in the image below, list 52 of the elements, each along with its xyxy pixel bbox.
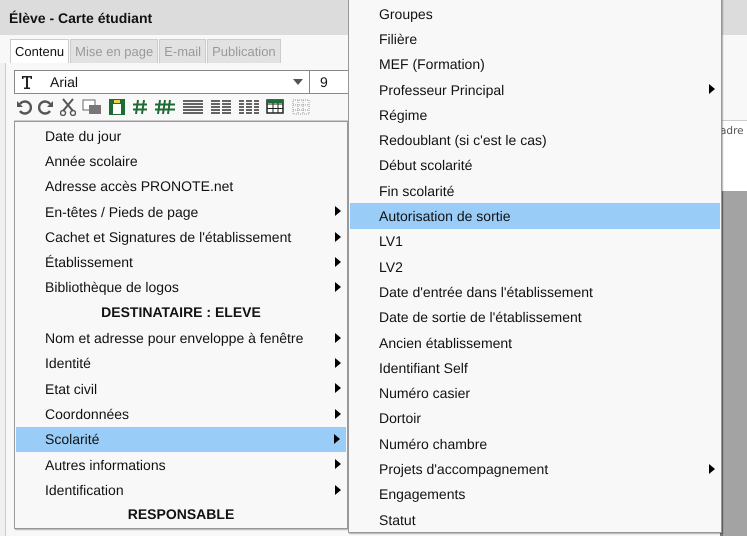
double-hash-icon[interactable] xyxy=(154,99,176,115)
menu-item[interactable]: Statut xyxy=(349,506,721,532)
menu-item[interactable]: Engagements xyxy=(349,482,721,507)
menu-item[interactable]: Coordonnées xyxy=(15,401,347,427)
menu-item[interactable]: Groupes xyxy=(349,1,721,26)
redo-icon[interactable] xyxy=(38,99,54,115)
lines-icon[interactable] xyxy=(182,99,204,115)
menu-item[interactable]: Date du jour xyxy=(15,123,347,148)
menu-item[interactable]: Bibliothèque de logos xyxy=(15,274,347,300)
grid-icon[interactable] xyxy=(292,99,310,115)
menu-item[interactable]: Numéro casier xyxy=(349,380,721,406)
table-icon[interactable] xyxy=(266,99,286,115)
menu-section-header: DESTINATAIRE : ELEVE xyxy=(100,303,262,322)
menu-item[interactable]: Début scolarité xyxy=(349,152,721,178)
menu-section-header: RESPONSABLE xyxy=(126,505,236,524)
menu-item[interactable]: Date de sortie de l'établissement xyxy=(349,304,721,330)
menu-item[interactable]: Numéro chambre xyxy=(349,431,721,456)
menu-item[interactable]: Scolarité xyxy=(16,426,346,452)
menu-item[interactable]: Fin scolarité xyxy=(349,178,721,204)
menu-item[interactable]: Filière xyxy=(349,26,721,52)
hash-icon[interactable] xyxy=(132,99,148,115)
menu-item[interactable]: Adresse accès PRONOTE.net xyxy=(15,174,347,199)
window-title: Élève - Carte étudiant xyxy=(9,10,152,26)
menu-item[interactable]: LV2 xyxy=(349,254,721,280)
menu-item[interactable]: Ancien établissement xyxy=(349,330,721,356)
menu-item[interactable]: En-têtes / Pieds de page xyxy=(15,198,347,224)
tab[interactable]: Contenu xyxy=(10,39,70,63)
save-icon[interactable] xyxy=(108,98,126,116)
copy-icon[interactable] xyxy=(82,99,102,115)
font-icon xyxy=(21,75,33,89)
menu-item[interactable]: LV1 xyxy=(349,228,721,254)
menu-item[interactable]: Identité xyxy=(15,350,347,376)
menu-item[interactable]: Autorisation de sortie xyxy=(350,203,720,229)
menu-item[interactable]: Dortoir xyxy=(349,406,721,432)
menu-item[interactable]: Identification xyxy=(15,477,347,502)
three-columns-icon[interactable] xyxy=(238,99,260,115)
menu-item[interactable]: Régime xyxy=(349,102,721,128)
menu-item[interactable]: Date d'entrée dans l'établissement xyxy=(349,279,721,305)
menu-item[interactable]: Autres informations xyxy=(15,452,347,478)
menu-item[interactable]: Redoublant (si c'est le cas) xyxy=(349,127,721,153)
caret-icon xyxy=(293,79,303,85)
menu-item[interactable]: Cachet et Signatures de l'établissement xyxy=(15,224,347,250)
scissors-icon[interactable] xyxy=(60,98,76,116)
undo-icon[interactable] xyxy=(16,99,32,115)
two-columns-icon[interactable] xyxy=(210,99,232,115)
font-select[interactable]: Arial xyxy=(14,70,310,94)
menu-item[interactable]: Projets d'accompagnement xyxy=(349,456,721,482)
menu-item[interactable]: Identifiant Self xyxy=(349,355,721,380)
menu-item[interactable]: Nom et adresse pour enveloppe à fenêtre xyxy=(15,325,347,351)
menu-item[interactable]: Année scolaire xyxy=(15,148,347,174)
menu-item[interactable]: Établissement xyxy=(15,249,347,275)
menu-item[interactable]: Etat civil xyxy=(15,376,347,402)
